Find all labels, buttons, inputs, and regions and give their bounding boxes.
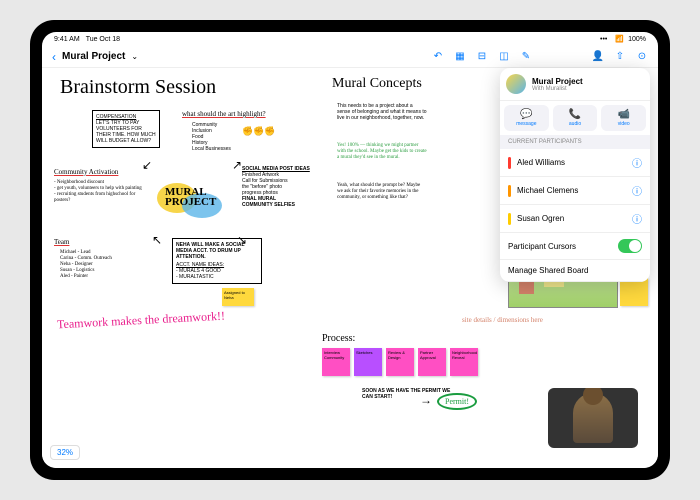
- sticky-process[interactable]: Neighborhood Reveal: [450, 348, 478, 376]
- message-button[interactable]: 💬message: [504, 105, 549, 131]
- sticky-note[interactable]: [620, 278, 648, 306]
- back-icon[interactable]: ‹: [52, 50, 56, 64]
- note-social: SOCIAL MEDIA POST IDEAS Finished Artwork…: [242, 166, 310, 208]
- pen-icon[interactable]: ✎: [520, 51, 532, 63]
- note-team: Michael - Lead Carina - Comm. Outreach N…: [60, 250, 112, 280]
- fist-icons: ✊✊✊: [242, 126, 276, 137]
- more-icon[interactable]: ⊙: [636, 51, 648, 63]
- text-yes: Yes! 100% — thinking we might partner wi…: [337, 143, 427, 161]
- text-icon[interactable]: ⊟: [476, 51, 488, 63]
- sticky-process[interactable]: Partner Approval: [418, 348, 446, 376]
- manage-board-button[interactable]: Manage Shared Board: [500, 260, 650, 282]
- note-neha[interactable]: NEHA WILL MAKE A SOCIAL MEDIA ACCT. TO D…: [172, 238, 262, 284]
- participant-row[interactable]: Aled Williamsⓘ: [500, 149, 650, 177]
- participant-row[interactable]: Susan Ogrenⓘ: [500, 205, 650, 233]
- undo-icon[interactable]: ↶: [432, 51, 444, 63]
- video-participant: [573, 393, 613, 443]
- shareplay-panel: Mural ProjectWith Muralist 💬message 📞aud…: [500, 68, 650, 282]
- label-community: Community Activation: [54, 168, 118, 176]
- label-highlight: what should the art highlight?: [182, 110, 266, 118]
- info-icon[interactable]: ⓘ: [632, 155, 642, 170]
- sticky-process[interactable]: Review & Design: [386, 348, 414, 376]
- cursors-toggle-row: Participant Cursors: [500, 233, 650, 260]
- toolbar: ‹ Mural Project ⌄ ↶ ▦ ⊟ ◫ ✎ 👤 ⇧ ⊙: [42, 46, 658, 68]
- heading-concepts: Mural Concepts: [332, 76, 422, 92]
- sticky-process[interactable]: Interview Community: [322, 348, 350, 376]
- video-button[interactable]: 📹video: [601, 105, 646, 131]
- note-community: - Neighborhood discount - get youth, vol…: [54, 180, 144, 204]
- zoom-level[interactable]: 32%: [50, 445, 80, 460]
- chevron-down-icon[interactable]: ⌄: [131, 52, 138, 61]
- facetime-pip[interactable]: [548, 388, 638, 448]
- text-teamwork: Teamwork makes the dreamwork!!: [57, 309, 226, 333]
- text-yeah: Yeah, what should the prompt be? Maybe w…: [337, 183, 427, 201]
- share-icon[interactable]: ⇧: [614, 51, 626, 63]
- text-desc: This needs to be a project about a sense…: [337, 103, 427, 121]
- board-title: Mural Project: [62, 51, 125, 62]
- label-team: Team: [54, 238, 69, 246]
- mural-logo[interactable]: MURALPROJECT: [157, 178, 227, 228]
- label-process: Process:: [322, 333, 355, 344]
- sticky-process[interactable]: Sketches: [354, 348, 382, 376]
- media-icon[interactable]: ▦: [454, 51, 466, 63]
- note-compensation[interactable]: COMPENSATION LET'S TRY TO PAY VOLUNTEERS…: [92, 110, 160, 148]
- status-bar: 9:41 AMTue Oct 18 •••📶100%: [42, 32, 658, 46]
- text-details: site details / dimensions here: [462, 316, 543, 324]
- info-icon[interactable]: ⓘ: [632, 211, 642, 226]
- shape-icon[interactable]: ◫: [498, 51, 510, 63]
- sticky-assigned[interactable]: Assigned to Neha: [222, 288, 254, 306]
- info-icon[interactable]: ⓘ: [632, 183, 642, 198]
- section-label: CURRENT PARTICIPANTS: [500, 135, 650, 149]
- collab-icon[interactable]: 👤: [592, 51, 604, 63]
- badge-permit: Permit!: [437, 393, 477, 410]
- board-avatar: [506, 74, 526, 94]
- participant-row[interactable]: Michael Clemensⓘ: [500, 177, 650, 205]
- audio-button[interactable]: 📞audio: [553, 105, 598, 131]
- list-highlights: CommunityInclusionFoodHistoryLocal Busin…: [192, 122, 231, 152]
- panel-header: Mural ProjectWith Muralist: [500, 68, 650, 100]
- heading-brainstorm: Brainstorm Session: [60, 76, 216, 99]
- cursors-toggle[interactable]: [618, 239, 642, 253]
